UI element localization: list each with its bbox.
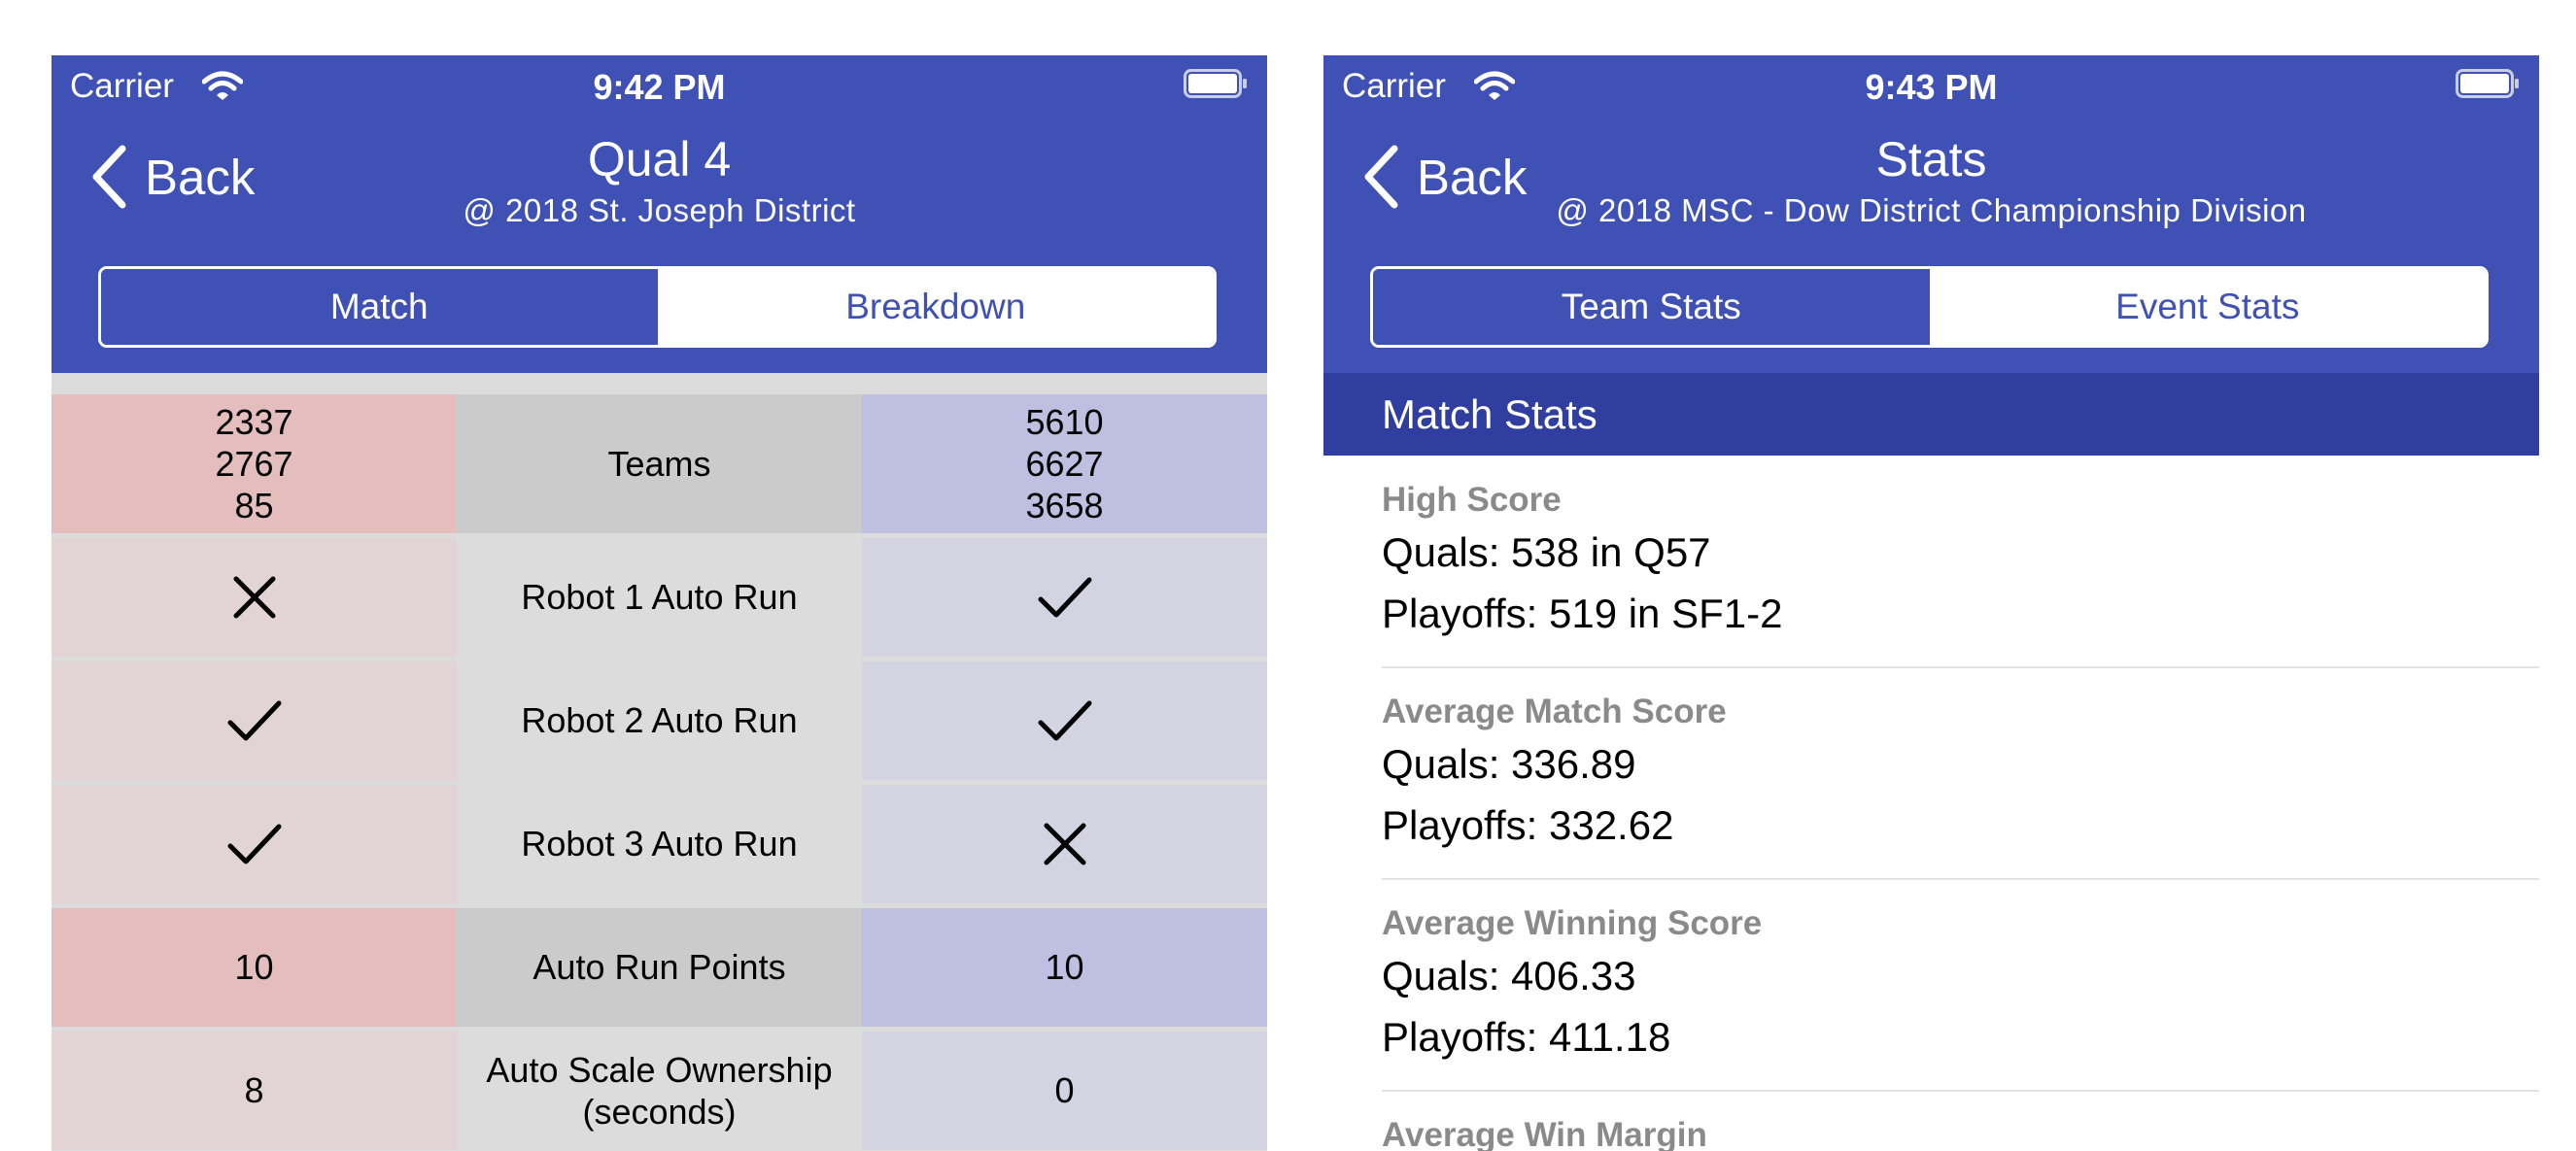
page-title: Stats xyxy=(1875,132,1987,186)
red-robot-1-auto-run xyxy=(52,538,457,657)
divider xyxy=(1382,666,2539,668)
navigation-bar: Carrier 9:43 PM Back Stats @ 2018 MSC - … xyxy=(1323,55,2539,373)
cross-icon xyxy=(1044,823,1085,865)
stat-label: High Score xyxy=(1382,481,1562,519)
blue-robot-1-auto-run xyxy=(862,538,1267,657)
row-label: Auto Run Points xyxy=(457,908,862,1027)
tab-breakdown[interactable]: Breakdown xyxy=(657,269,1214,345)
section-header: Match Stats xyxy=(1323,373,2539,456)
breakdown-row: Robot 1 Auto Run xyxy=(52,538,1267,657)
stat-item-average-match-score: Average Match Score Quals: 336.89 Playof… xyxy=(1382,693,2539,858)
divider xyxy=(1382,878,2539,880)
tab-team-stats[interactable]: Team Stats xyxy=(1373,269,1930,345)
teams-label: Teams xyxy=(457,394,862,533)
stat-item-high-score: High Score Quals: 538 in Q57 Playoffs: 5… xyxy=(1382,481,2539,646)
red-teams-cell: 2337 2767 85 xyxy=(52,394,457,533)
blue-auto-run-points: 10 xyxy=(862,908,1267,1027)
checkmark-icon xyxy=(1038,577,1091,618)
breakdown-row: Robot 3 Auto Run xyxy=(52,785,1267,903)
red-team-1[interactable]: 2337 xyxy=(215,401,292,443)
event-stats-screen: Carrier 9:43 PM Back Stats @ 2018 MSC - … xyxy=(1323,55,2539,1151)
breakdown-row: Robot 2 Auto Run xyxy=(52,661,1267,780)
segmented-control: Team Stats Event Stats xyxy=(1370,266,2489,348)
red-robot-2-auto-run xyxy=(52,661,457,780)
row-label: Robot 1 Auto Run xyxy=(457,538,862,657)
navigation-bar: Carrier 9:42 PM Back Qual 4 @ 2018 St. J… xyxy=(52,55,1267,373)
row-label: Robot 2 Auto Run xyxy=(457,661,862,780)
segmented-control: Match Breakdown xyxy=(98,266,1217,348)
page-title: Qual 4 xyxy=(587,132,732,186)
teams-row: 2337 2767 85 Teams 5610 6627 3658 xyxy=(52,394,1267,533)
red-robot-3-auto-run xyxy=(52,785,457,903)
checkmark-icon xyxy=(227,700,281,741)
row-label: Auto Scale Ownership (seconds) xyxy=(457,1032,862,1150)
checkmark-icon xyxy=(227,824,281,864)
red-auto-run-points: 10 xyxy=(52,908,457,1027)
stat-playoffs: Playoffs: 519 in SF1-2 xyxy=(1382,591,1783,636)
red-team-3[interactable]: 85 xyxy=(215,485,292,526)
divider xyxy=(1382,1090,2539,1092)
blue-team-3[interactable]: 3658 xyxy=(1025,485,1103,526)
battery-icon xyxy=(1184,69,1247,98)
stat-playoffs: Playoffs: 332.62 xyxy=(1382,802,1674,848)
stat-label: Average Win Margin xyxy=(1382,1116,1707,1151)
stat-label: Average Winning Score xyxy=(1382,904,1763,942)
breakdown-row: 10 Auto Run Points 10 xyxy=(52,908,1267,1027)
page-subtitle: @ 2018 St. Joseph District xyxy=(463,192,856,228)
checkmark-icon xyxy=(1038,700,1091,741)
page-subtitle: @ 2018 MSC - Dow District Championship D… xyxy=(1556,192,2307,228)
cross-icon xyxy=(233,576,275,619)
tab-match[interactable]: Match xyxy=(101,269,658,345)
stat-item-average-winning-score: Average Winning Score Quals: 406.33 Play… xyxy=(1382,904,2539,1069)
red-team-2[interactable]: 2767 xyxy=(215,443,292,485)
breakdown-row: 8 Auto Scale Ownership (seconds) 0 xyxy=(52,1032,1267,1150)
blue-team-1[interactable]: 5610 xyxy=(1025,401,1103,443)
stat-quals: Quals: 538 in Q57 xyxy=(1382,529,1711,575)
red-auto-scale-ownership: 8 xyxy=(52,1032,457,1150)
tab-event-stats[interactable]: Event Stats xyxy=(1929,269,2486,345)
blue-teams-cell: 5610 6627 3658 xyxy=(862,394,1267,533)
blue-auto-scale-ownership: 0 xyxy=(862,1032,1267,1150)
stat-playoffs: Playoffs: 411.18 xyxy=(1382,1014,1671,1060)
match-breakdown-screen: Carrier 9:42 PM Back Qual 4 @ 2018 St. J… xyxy=(52,55,1267,1151)
stat-quals: Quals: 336.89 xyxy=(1382,741,1636,787)
stat-label: Average Match Score xyxy=(1382,693,1727,730)
battery-icon xyxy=(2456,69,2519,98)
stat-quals: Quals: 406.33 xyxy=(1382,953,1636,999)
breakdown-table: 2337 2767 85 Teams 5610 6627 3658 Robot … xyxy=(52,373,1267,1151)
blue-robot-3-auto-run xyxy=(862,785,1267,903)
stat-item-average-win-margin: Average Win Margin xyxy=(1382,1116,2539,1151)
status-time: 9:43 PM xyxy=(1865,67,1998,107)
row-label: Robot 3 Auto Run xyxy=(457,785,862,903)
blue-robot-2-auto-run xyxy=(862,661,1267,780)
blue-team-2[interactable]: 6627 xyxy=(1025,443,1103,485)
status-time: 9:42 PM xyxy=(593,67,726,107)
